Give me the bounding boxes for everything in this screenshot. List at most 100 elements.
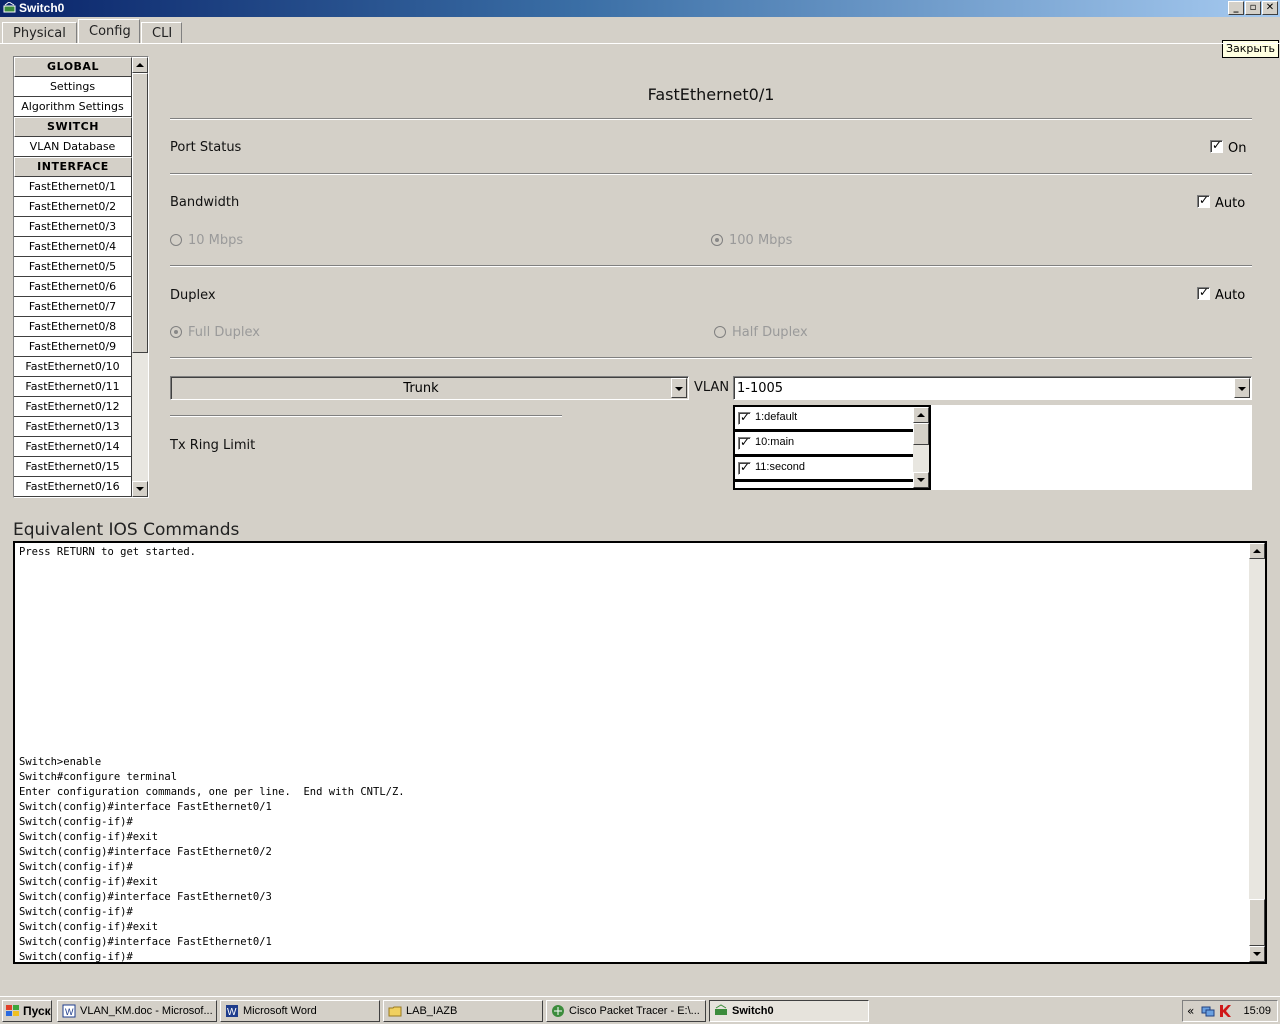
switch-app-icon xyxy=(715,1004,727,1015)
ios-commands-console[interactable]: Press RETURN to get started. Switch>enab… xyxy=(13,541,1267,964)
svg-text:W: W xyxy=(65,1007,74,1017)
bandwidth-100-radio[interactable] xyxy=(711,234,723,246)
bandwidth-10-label: 10 Mbps xyxy=(188,233,244,248)
port-status-label: Port Status xyxy=(170,140,242,155)
scroll-up-button[interactable] xyxy=(913,407,929,423)
separator xyxy=(170,357,1252,359)
nav-item-settings[interactable]: Settings xyxy=(14,77,132,97)
window-titlebar[interactable]: Switch0 _ ▫ ✕ xyxy=(0,0,1280,17)
nav-section-global: GLOBAL xyxy=(14,57,132,77)
port-status-checkbox[interactable] xyxy=(1210,138,1223,153)
vlan-checkbox[interactable] xyxy=(738,435,751,450)
vlan-checklist[interactable]: 1:default 10:main 11:second xyxy=(733,405,931,490)
vlan-list-item[interactable]: 10:main xyxy=(735,432,913,457)
nav-item-interface[interactable]: FastEthernet0/10 xyxy=(14,357,132,377)
scroll-down-button[interactable] xyxy=(1249,946,1265,962)
nav-item-interface[interactable]: FastEthernet0/2 xyxy=(14,197,132,217)
scroll-thumb[interactable] xyxy=(1249,899,1265,946)
tray-expand-arrow[interactable]: « xyxy=(1187,1004,1194,1018)
tab-config[interactable]: Config xyxy=(78,19,140,44)
scroll-up-button[interactable] xyxy=(132,57,148,73)
taskbar-item-packet-tracer[interactable]: Cisco Packet Tracer - E:\... xyxy=(546,1000,706,1022)
nav-item-interface[interactable]: FastEthernet0/16 xyxy=(14,477,132,497)
full-duplex-radio[interactable] xyxy=(170,326,182,338)
taskbar-item-switch0[interactable]: Switch0 xyxy=(709,1000,869,1022)
ios-commands-title: Equivalent IOS Commands xyxy=(13,520,240,540)
tab-physical[interactable]: Physical xyxy=(2,22,77,44)
nav-section-switch: SWITCH xyxy=(14,117,132,137)
nav-item-vlan-database[interactable]: VLAN Database xyxy=(14,137,132,157)
vlan-checkbox[interactable] xyxy=(738,460,751,475)
scroll-down-button[interactable] xyxy=(132,481,148,497)
taskbar-item-word-doc[interactable]: W VLAN_KM.doc - Microsof... xyxy=(57,1000,217,1022)
scroll-thumb[interactable] xyxy=(132,73,148,353)
nav-item-interface[interactable]: FastEthernet0/14 xyxy=(14,437,132,457)
duplex-auto-label: Auto xyxy=(1215,288,1246,303)
vlan-scrollbar[interactable] xyxy=(913,407,929,488)
system-tray: « 15:09 xyxy=(1182,1000,1278,1022)
bandwidth-auto-checkbox[interactable] xyxy=(1197,193,1210,208)
minimize-button[interactable]: _ xyxy=(1228,1,1244,15)
half-duplex-radio[interactable] xyxy=(714,326,726,338)
tab-bar: Physical Config CLI Закрыть xyxy=(0,19,1280,58)
bandwidth-auto-label: Auto xyxy=(1215,196,1246,211)
nav-item-interface[interactable]: FastEthernet0/11 xyxy=(14,377,132,397)
tx-ring-limit-label: Tx Ring Limit xyxy=(170,438,256,453)
windows-flag-icon xyxy=(6,1005,19,1016)
svg-text:W: W xyxy=(227,1007,237,1018)
vlan-select-value: 1-1005 xyxy=(737,381,784,396)
task-label: Cisco Packet Tracer - E:\... xyxy=(569,1005,700,1017)
tab-cli[interactable]: CLI xyxy=(141,22,182,44)
clock: 15:09 xyxy=(1243,1005,1271,1017)
nav-item-interface[interactable]: FastEthernet0/15 xyxy=(14,457,132,477)
nav-item-algorithm-settings[interactable]: Algorithm Settings xyxy=(14,97,132,117)
port-mode-value: Trunk xyxy=(403,381,439,396)
scroll-thumb[interactable] xyxy=(913,423,929,445)
switch-app-icon xyxy=(3,2,16,13)
bandwidth-10-radio[interactable] xyxy=(170,234,182,246)
vlan-select[interactable]: 1-1005 xyxy=(733,376,1252,400)
packet-tracer-icon xyxy=(552,1005,564,1017)
taskbar-item-folder[interactable]: LAB_IAZB xyxy=(383,1000,543,1022)
full-duplex-label: Full Duplex xyxy=(188,325,260,340)
vlan-checkbox[interactable] xyxy=(738,410,751,425)
duplex-auto-checkbox[interactable] xyxy=(1197,285,1210,300)
nav-item-interface[interactable]: FastEthernet0/7 xyxy=(14,297,132,317)
chevron-down-icon[interactable] xyxy=(1234,378,1250,398)
window-title: Switch0 xyxy=(19,1,65,15)
start-button[interactable]: Пуск xyxy=(2,1000,52,1022)
ios-commands-text: Press RETURN to get started. Switch>enab… xyxy=(19,546,405,963)
close-button[interactable]: ✕ xyxy=(1262,1,1278,15)
nav-scrollbar[interactable] xyxy=(132,57,148,497)
scroll-up-button[interactable] xyxy=(1249,543,1265,559)
nav-item-interface[interactable]: FastEthernet0/6 xyxy=(14,277,132,297)
maximize-button[interactable]: ▫ xyxy=(1245,1,1261,15)
vlan-list-item[interactable]: 1:default xyxy=(735,407,913,432)
nav-item-interface[interactable]: FastEthernet0/12 xyxy=(14,397,132,417)
taskbar-item-microsoft-word[interactable]: W Microsoft Word xyxy=(220,1000,380,1022)
chevron-down-icon[interactable] xyxy=(671,378,687,398)
scroll-down-button[interactable] xyxy=(913,472,929,488)
port-mode-select[interactable]: Trunk xyxy=(170,376,689,400)
separator xyxy=(170,415,562,417)
nav-item-interface[interactable]: FastEthernet0/5 xyxy=(14,257,132,277)
separator xyxy=(170,173,1252,175)
console-scrollbar[interactable] xyxy=(1249,543,1265,962)
task-label: VLAN_KM.doc - Microsof... xyxy=(80,1005,213,1017)
port-status-on-label: On xyxy=(1228,141,1247,156)
vlan-item-label: 11:second xyxy=(755,461,805,473)
nav-item-interface[interactable]: FastEthernet0/3 xyxy=(14,217,132,237)
nav-item-interface[interactable]: FastEthernet0/9 xyxy=(14,337,132,357)
folder-icon xyxy=(388,1006,402,1017)
network-icon[interactable] xyxy=(1201,1004,1215,1018)
nav-item-interface[interactable]: FastEthernet0/1 xyxy=(14,177,132,197)
nav-item-interface[interactable]: FastEthernet0/13 xyxy=(14,417,132,437)
antivirus-icon[interactable] xyxy=(1218,1004,1232,1018)
vlan-list-item[interactable]: 11:second xyxy=(735,457,913,482)
nav-item-interface[interactable]: FastEthernet0/8 xyxy=(14,317,132,337)
task-label: Microsoft Word xyxy=(243,1005,317,1017)
half-duplex-label: Half Duplex xyxy=(732,325,808,340)
nav-item-interface[interactable]: FastEthernet0/4 xyxy=(14,237,132,257)
bandwidth-100-label: 100 Mbps xyxy=(729,233,793,248)
task-label: Switch0 xyxy=(732,1005,774,1017)
